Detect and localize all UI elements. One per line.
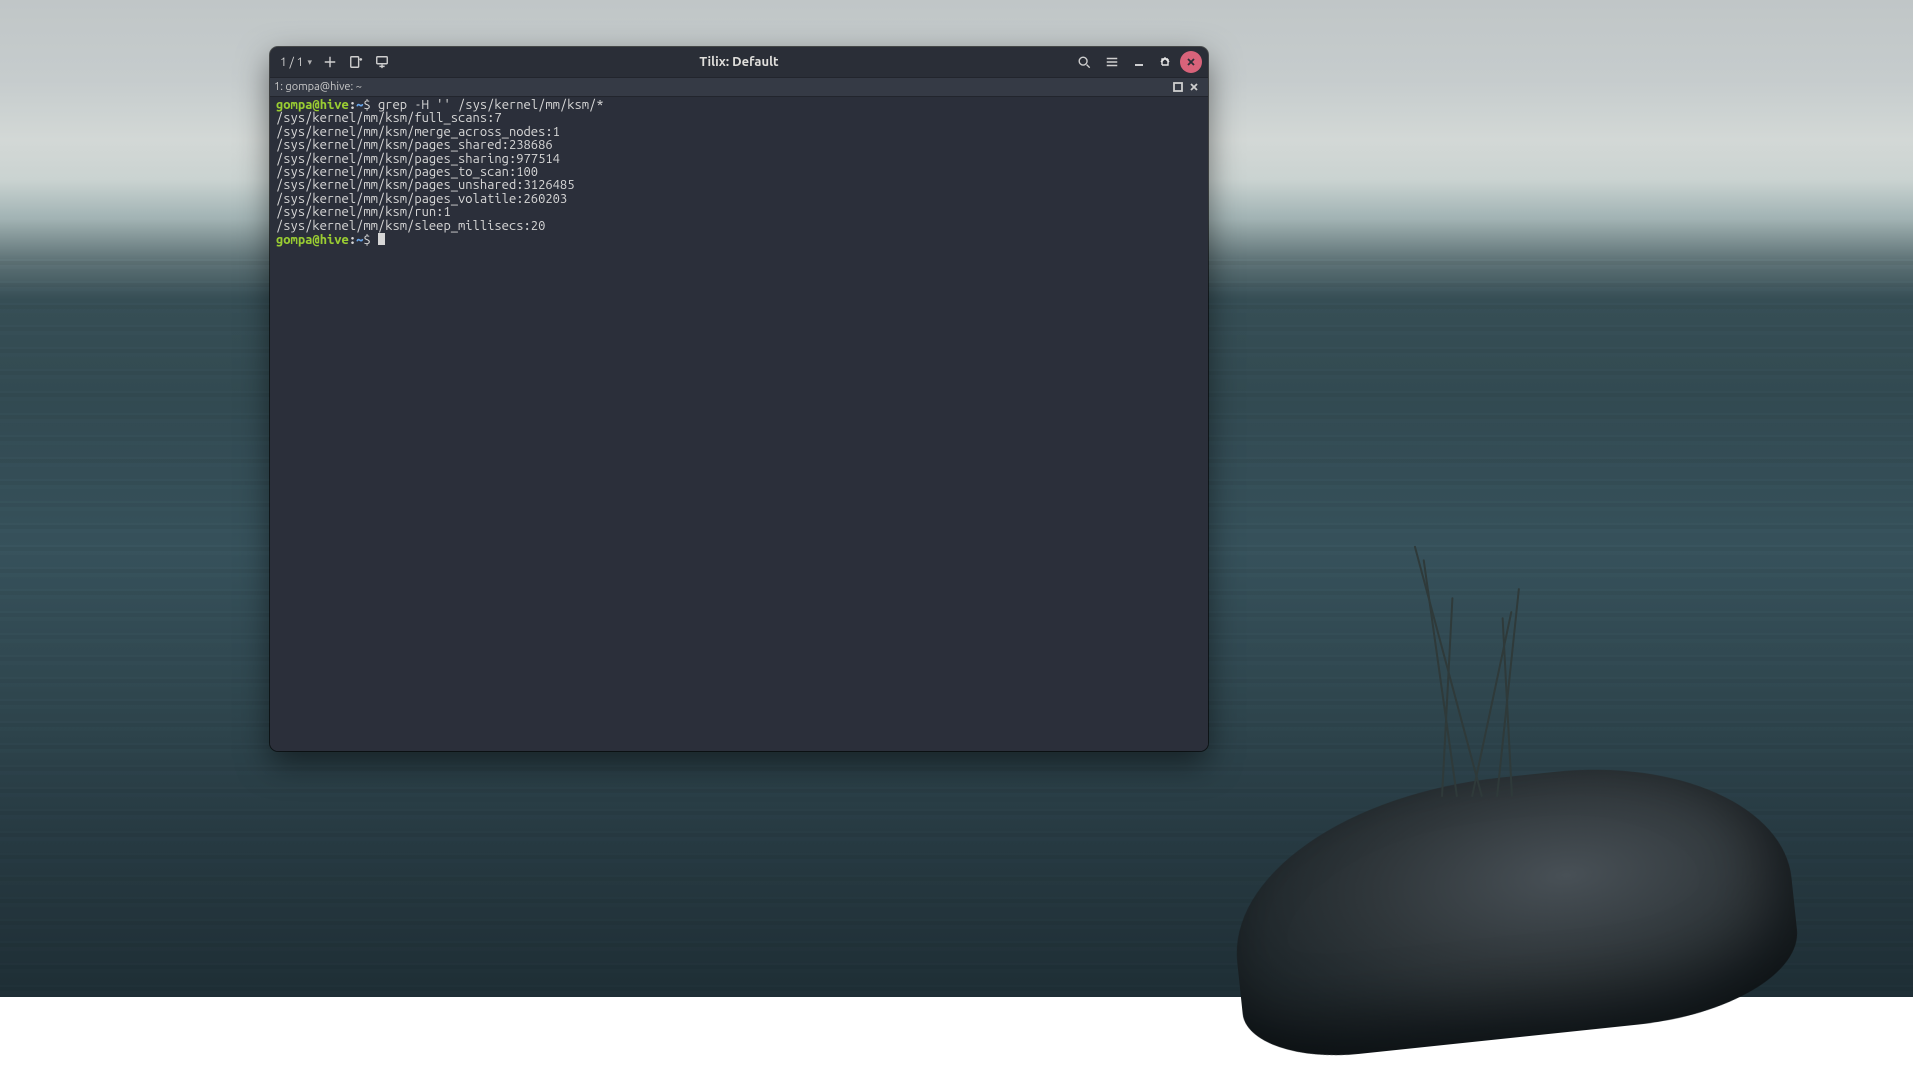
terminal-pane[interactable]: gompa@hive:~$ grep -H '' /sys/kernel/mm/… [270,97,1208,751]
tab-maximize-icon [1173,82,1183,92]
titlebar[interactable]: 1 / 1 ▾ Tilix: Default [270,47,1208,78]
close-icon [1185,56,1197,68]
terminal-tab-label[interactable]: 1: gompa@hive: ~ [274,81,362,93]
close-button[interactable] [1180,51,1202,73]
add-terminal-down-button[interactable] [370,50,394,74]
split-below-icon [375,55,389,69]
minimize-button[interactable] [1128,51,1150,73]
terminal-output: gompa@hive:~$ grep -H '' /sys/kernel/mm/… [276,99,1202,247]
chevron-down-icon: ▾ [307,57,312,68]
maximize-icon [1159,56,1171,68]
new-terminal-icon [349,55,363,69]
new-session-button[interactable] [318,50,342,74]
window-title: Tilix: Default [270,55,1208,69]
terminal-tab-maximize-button[interactable] [1170,79,1186,95]
maximize-button[interactable] [1154,51,1176,73]
tab-close-icon [1189,82,1199,92]
minimize-icon [1133,56,1145,68]
tilix-window: 1 / 1 ▾ Tilix: Default [270,47,1208,751]
app-menu-button[interactable] [1100,50,1124,74]
hamburger-icon [1105,55,1119,69]
search-icon [1077,55,1091,69]
terminal-tab-bar: 1: gompa@hive: ~ [270,78,1208,97]
terminal-tab-close-button[interactable] [1186,79,1202,95]
session-counter[interactable]: 1 / 1 ▾ [278,56,316,69]
add-terminal-right-button[interactable] [344,50,368,74]
search-button[interactable] [1072,50,1096,74]
wallpaper-reed [1414,546,1483,798]
plus-icon [323,55,337,69]
session-counter-text: 1 / 1 [280,56,303,69]
